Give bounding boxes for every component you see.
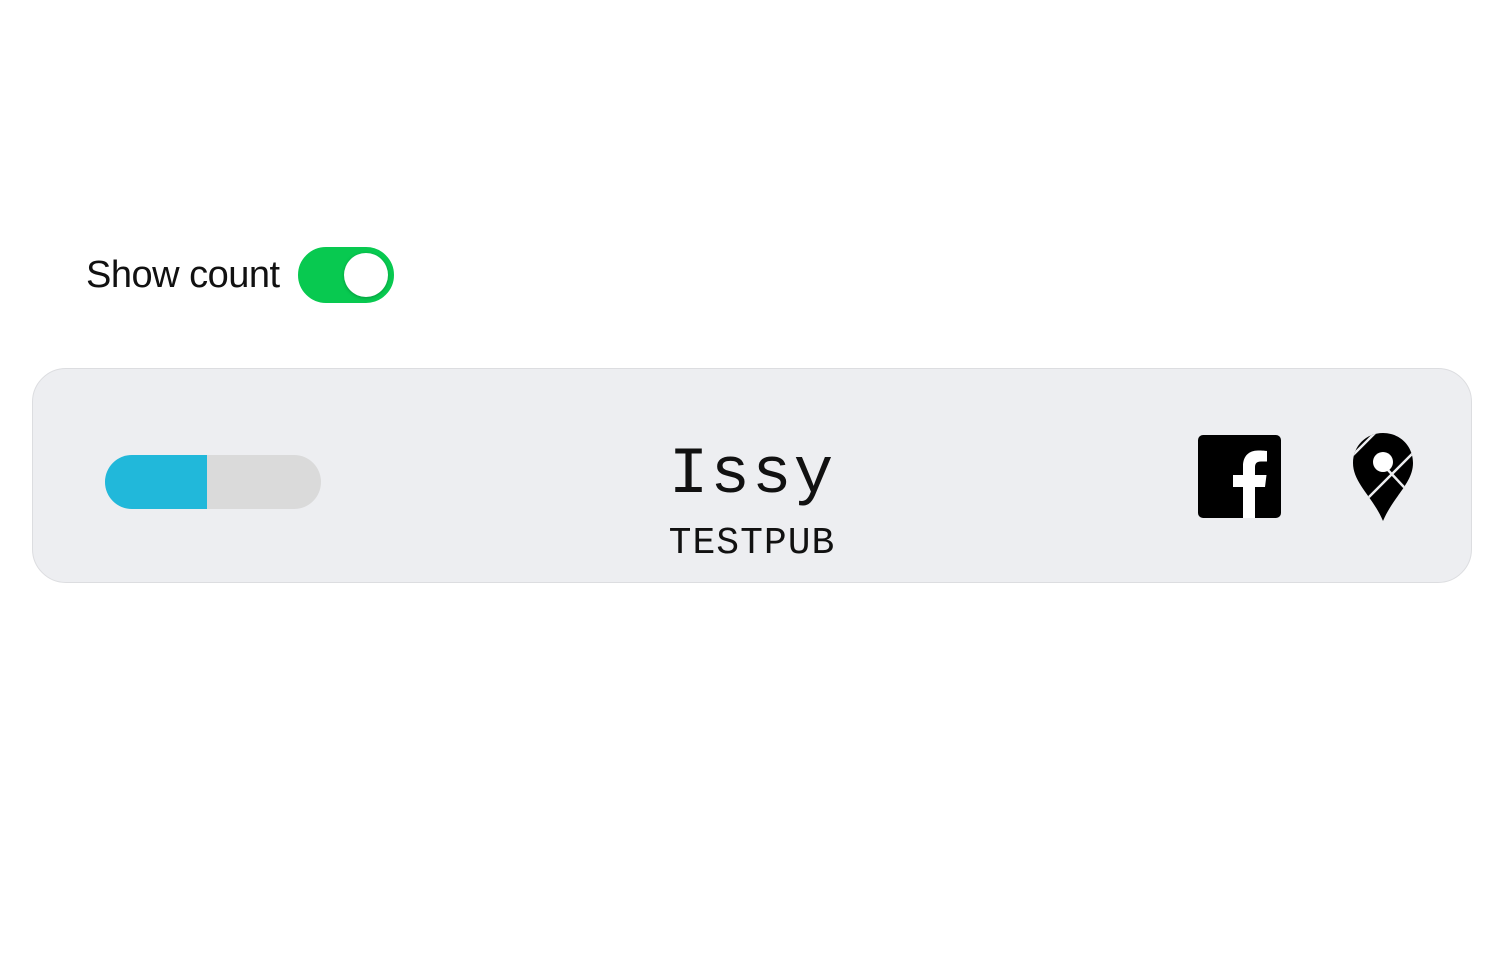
show-count-label: Show count: [86, 253, 280, 296]
card-publication: TESTPUB: [668, 522, 836, 565]
show-count-toggle[interactable]: [297, 247, 394, 303]
page: Show count Issy TESTPUB: [0, 0, 1499, 960]
facebook-icon[interactable]: [1198, 435, 1281, 518]
show-count-toggle-row: Show count: [86, 246, 394, 304]
toggle-knob: [343, 253, 388, 297]
map-pin-icon[interactable]: [1351, 431, 1415, 523]
publication-card: Issy TESTPUB: [32, 368, 1472, 583]
